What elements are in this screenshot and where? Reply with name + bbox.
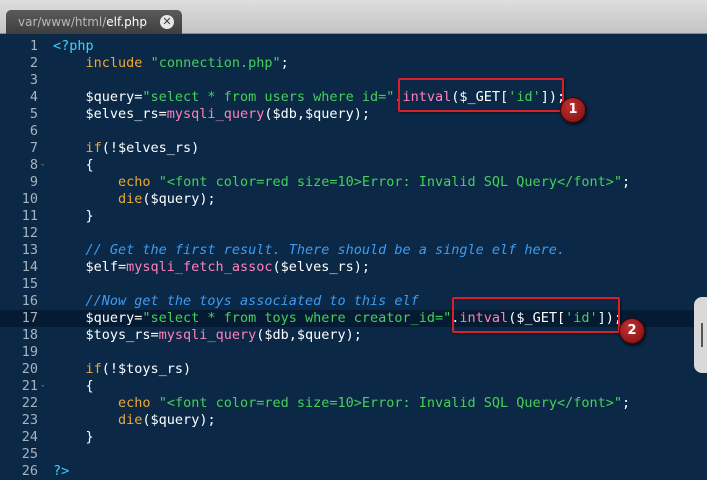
code-line[interactable]: 5 $elves_rs=mysqli_query($db,$query); bbox=[0, 106, 707, 123]
fold-arrow-icon[interactable]: - bbox=[40, 378, 45, 395]
line-number: 11 bbox=[21, 208, 38, 224]
tab-title: var/www/html/elf.php bbox=[18, 15, 147, 29]
line-number: 23 bbox=[21, 412, 38, 428]
code-text: $toys_rs=mysqli_query($db,$query); bbox=[53, 327, 362, 343]
line-number: 25 bbox=[21, 446, 38, 462]
tab-elf-php[interactable]: var/www/html/elf.php ✕ bbox=[6, 10, 182, 34]
code-line[interactable]: 23 die($query); bbox=[0, 412, 707, 429]
line-number: 21 bbox=[21, 378, 38, 394]
code-text: if(!$elves_rs) bbox=[85, 140, 200, 156]
code-line[interactable]: 20 if(!$toys_rs) bbox=[0, 361, 707, 378]
code-text: <?php bbox=[53, 38, 94, 54]
code-line[interactable]: 1 <?php bbox=[0, 38, 707, 55]
code-line[interactable]: 26 ?> bbox=[0, 463, 707, 480]
code-text: die($query); bbox=[118, 191, 216, 207]
code-text: { bbox=[53, 378, 94, 394]
line-number: 24 bbox=[21, 429, 38, 445]
code-text: } bbox=[53, 208, 94, 224]
code-line[interactable]: 10 die($query); bbox=[0, 191, 707, 208]
close-icon[interactable]: ✕ bbox=[160, 15, 174, 29]
code-text: die($query); bbox=[118, 412, 216, 428]
line-number: 8 bbox=[29, 157, 38, 173]
code-text: // Get the first result. There should be… bbox=[85, 242, 566, 258]
code-text: echo "<font color=red size=10>Error: Inv… bbox=[118, 174, 631, 190]
code-editor[interactable]: 1 <?php 2 include "connection.php"; 3 4 $que… bbox=[0, 34, 707, 480]
code-line[interactable]: 12 bbox=[0, 225, 707, 242]
line-number: 19 bbox=[21, 344, 38, 360]
scrollbar-handle[interactable] bbox=[694, 297, 707, 373]
line-number: 9 bbox=[29, 174, 38, 190]
tab-path: var/www/html/ bbox=[18, 15, 107, 29]
code-text: ?> bbox=[53, 463, 70, 479]
line-number: 1 bbox=[29, 38, 38, 54]
line-number: 6 bbox=[29, 123, 38, 139]
code-line[interactable]: 15 bbox=[0, 276, 707, 293]
code-text: //Now get the toys associated to this el… bbox=[85, 293, 419, 309]
code-line[interactable]: 25 bbox=[0, 446, 707, 463]
line-number: 12 bbox=[21, 225, 38, 241]
code-line[interactable]: 2 include "connection.php"; bbox=[0, 55, 707, 72]
code-line[interactable]: 6 bbox=[0, 123, 707, 140]
line-number: 14 bbox=[21, 259, 38, 275]
code-line[interactable]: 7 if(!$elves_rs) bbox=[0, 140, 707, 157]
code-text: include "connection.php"; bbox=[85, 55, 289, 71]
code-line[interactable]: 8- { bbox=[0, 157, 707, 174]
line-number: 7 bbox=[29, 140, 38, 156]
annotation-box-2 bbox=[452, 297, 620, 333]
tab-bar: var/www/html/elf.php ✕ bbox=[0, 0, 707, 34]
line-number: 13 bbox=[21, 242, 38, 258]
line-number: 20 bbox=[21, 361, 38, 377]
line-number: 22 bbox=[21, 395, 38, 411]
tab-filename: elf.php bbox=[106, 15, 148, 29]
line-number: 15 bbox=[21, 276, 38, 292]
annotation-box-1 bbox=[398, 78, 564, 112]
code-line[interactable]: 24 } bbox=[0, 429, 707, 446]
code-text: echo "<font color=red size=10>Error: Inv… bbox=[118, 395, 631, 411]
code-line[interactable]: 22 echo "<font color=red size=10>Error: … bbox=[0, 395, 707, 412]
line-number: 26 bbox=[21, 463, 38, 479]
code-line[interactable]: 4 $query="select * from users where id="… bbox=[0, 89, 707, 106]
code-line[interactable]: 21- { bbox=[0, 378, 707, 395]
code-text: if(!$toys_rs) bbox=[85, 361, 192, 377]
code-line[interactable]: 14 $elf=mysqli_fetch_assoc($elves_rs); bbox=[0, 259, 707, 276]
code-line[interactable]: 9 echo "<font color=red size=10>Error: I… bbox=[0, 174, 707, 191]
line-number: 4 bbox=[29, 89, 38, 105]
code-text: $elf=mysqli_fetch_assoc($elves_rs); bbox=[53, 259, 371, 275]
line-number: 3 bbox=[29, 72, 38, 88]
code-line[interactable]: 11 } bbox=[0, 208, 707, 225]
code-line[interactable]: 3 bbox=[0, 72, 707, 89]
code-text: $elves_rs=mysqli_query($db,$query); bbox=[53, 106, 371, 122]
line-number: 5 bbox=[29, 106, 38, 122]
annotation-badge-1: 1 bbox=[560, 97, 586, 123]
code-text: { bbox=[53, 157, 94, 173]
line-number: 17 bbox=[21, 310, 38, 326]
line-number: 16 bbox=[21, 293, 38, 309]
annotation-badge-2: 2 bbox=[619, 318, 645, 344]
code-text: } bbox=[53, 429, 94, 445]
code-line[interactable]: 13 // Get the first result. There should… bbox=[0, 242, 707, 259]
line-number: 2 bbox=[29, 55, 38, 71]
fold-arrow-icon[interactable]: - bbox=[40, 157, 45, 174]
line-number: 10 bbox=[21, 191, 38, 207]
line-number: 18 bbox=[21, 327, 38, 343]
code-line[interactable]: 19 bbox=[0, 344, 707, 361]
